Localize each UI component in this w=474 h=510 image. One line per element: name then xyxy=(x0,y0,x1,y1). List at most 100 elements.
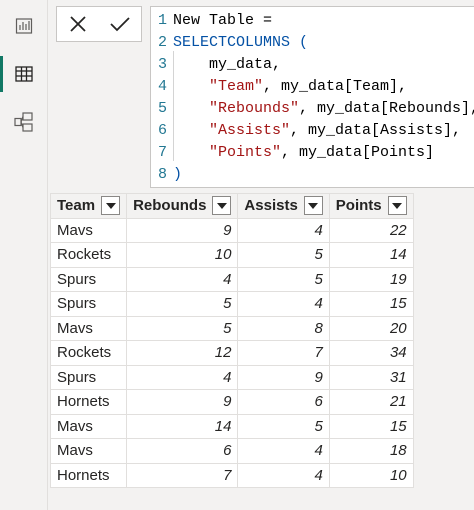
filter-dropdown-button[interactable] xyxy=(387,196,407,216)
table-cell[interactable]: 10 xyxy=(126,242,239,268)
formula-actions xyxy=(56,6,142,42)
filter-dropdown-button[interactable] xyxy=(212,196,232,216)
table-cell[interactable]: Hornets xyxy=(49,389,128,415)
table-cell[interactable]: 5 xyxy=(126,291,239,317)
code-text: ) xyxy=(173,166,182,183)
string-token: "Team" xyxy=(209,78,264,95)
table-cell[interactable]: 14 xyxy=(328,242,414,268)
code-line: 5 "Rebounds", my_data[Rebounds], xyxy=(151,98,474,120)
column-header-label: Points xyxy=(335,197,382,215)
table-cell[interactable]: 9 xyxy=(237,364,330,390)
filter-dropdown-button[interactable] xyxy=(101,196,121,216)
table-cell[interactable]: 12 xyxy=(126,340,239,366)
close-icon xyxy=(70,16,86,32)
table-cell[interactable]: 31 xyxy=(328,364,414,390)
column-header[interactable]: Rebounds xyxy=(126,193,239,219)
table-row: Mavs 9 4 22 xyxy=(49,217,414,243)
table-cell[interactable]: 9 xyxy=(126,389,239,415)
formula-editor[interactable]: 1 New Table = 2 SELECTCOLUMNS (3 my_data, 4 … xyxy=(150,6,474,188)
table-cell[interactable]: Spurs xyxy=(49,364,128,390)
table-cell[interactable]: 6 xyxy=(126,438,239,464)
chevron-down-icon xyxy=(308,202,319,209)
code-token: , my_data[Points] xyxy=(281,144,435,161)
code-line: 7 "Points", my_data[Points] xyxy=(151,142,434,164)
table-cell[interactable]: Mavs xyxy=(49,217,128,243)
table-cell[interactable]: 6 xyxy=(237,389,330,415)
table-cell[interactable]: Mavs xyxy=(49,438,128,464)
table-row: Spurs 4 5 19 xyxy=(49,266,414,292)
line-number: 8 xyxy=(157,166,167,183)
code-text: "Points", my_data[Points] xyxy=(173,144,434,161)
table-cell[interactable]: 7 xyxy=(126,462,239,488)
column-header[interactable]: Points xyxy=(328,193,414,219)
table-row: Rockets 12 7 34 xyxy=(49,340,414,366)
table-cell[interactable]: 4 xyxy=(237,217,330,243)
code-line: 1 New Table = xyxy=(151,10,272,32)
table-cell[interactable]: 9 xyxy=(126,217,239,243)
chevron-down-icon xyxy=(392,202,403,209)
table-cell[interactable]: 4 xyxy=(237,291,330,317)
report-view-icon xyxy=(15,18,33,34)
commit-formula-button[interactable] xyxy=(99,7,141,41)
code-line: 8) xyxy=(151,164,182,186)
table-cell[interactable]: 5 xyxy=(237,242,330,268)
chevron-down-icon xyxy=(216,202,227,209)
model-view-button[interactable] xyxy=(0,100,48,144)
table-cell[interactable]: Mavs xyxy=(49,413,128,439)
model-view-icon xyxy=(14,112,33,132)
column-header-content: Team xyxy=(57,196,121,216)
table-row: Hornets 7 4 10 xyxy=(49,462,414,488)
code-line: 2 SELECTCOLUMNS ( xyxy=(151,32,308,54)
cancel-formula-button[interactable] xyxy=(57,7,99,41)
code-text: "Team", my_data[Team], xyxy=(173,78,407,95)
code-line: 3 my_data, xyxy=(151,54,281,76)
table-cell[interactable]: 7 xyxy=(237,340,330,366)
table-row: Mavs 5 8 20 xyxy=(49,315,414,341)
table-cell[interactable]: 34 xyxy=(328,340,414,366)
column-header[interactable]: Team xyxy=(49,193,128,219)
data-view-icon xyxy=(15,66,33,82)
code-token: my_data, xyxy=(173,56,282,73)
table-cell[interactable]: Spurs xyxy=(49,291,128,317)
table-cell[interactable]: 5 xyxy=(237,266,330,292)
table-cell[interactable]: Rockets xyxy=(49,242,128,268)
table-cell[interactable]: Hornets xyxy=(49,462,128,488)
code-line: 4 "Team", my_data[Team], xyxy=(151,76,407,98)
code-token: , my_data[Rebounds], xyxy=(299,100,474,117)
string-token: "Assists" xyxy=(209,122,291,139)
column-header-content: Rebounds xyxy=(133,196,232,216)
table-cell[interactable]: 4 xyxy=(237,462,330,488)
column-header[interactable]: Assists xyxy=(237,193,330,219)
table-cell[interactable]: 18 xyxy=(328,438,414,464)
table-cell[interactable]: 10 xyxy=(328,462,414,488)
data-view-button[interactable] xyxy=(0,52,48,96)
table-row: Rockets 10 5 14 xyxy=(49,242,414,268)
table-cell[interactable]: 19 xyxy=(328,266,414,292)
table-cell[interactable]: 15 xyxy=(328,291,414,317)
table-cell[interactable]: Spurs xyxy=(49,266,128,292)
code-token: New Table = xyxy=(173,12,273,29)
table-cell[interactable]: 8 xyxy=(237,315,330,341)
filter-dropdown-button[interactable] xyxy=(303,196,323,216)
table-cell[interactable]: 4 xyxy=(126,266,239,292)
table-cell[interactable]: Mavs xyxy=(49,315,128,341)
code-text: "Rebounds", my_data[Rebounds], xyxy=(173,100,474,117)
table-cell[interactable]: Rockets xyxy=(49,340,128,366)
table-cell[interactable]: 5 xyxy=(237,413,330,439)
code-token: , my_data[Assists], xyxy=(290,122,462,139)
table-cell[interactable]: 4 xyxy=(126,364,239,390)
table-cell[interactable]: 20 xyxy=(328,315,414,341)
table-row: Hornets 9 6 21 xyxy=(49,389,414,415)
table-cell[interactable]: 4 xyxy=(237,438,330,464)
table-cell[interactable]: 21 xyxy=(328,389,414,415)
table-cell[interactable]: 5 xyxy=(126,315,239,341)
code-text: New Table = xyxy=(173,12,272,29)
column-header-content: Points xyxy=(335,196,407,216)
table-cell[interactable]: 15 xyxy=(328,413,414,439)
table-cell[interactable]: 14 xyxy=(126,413,239,439)
report-view-button[interactable] xyxy=(0,4,48,48)
table-cell[interactable]: 22 xyxy=(328,217,414,243)
